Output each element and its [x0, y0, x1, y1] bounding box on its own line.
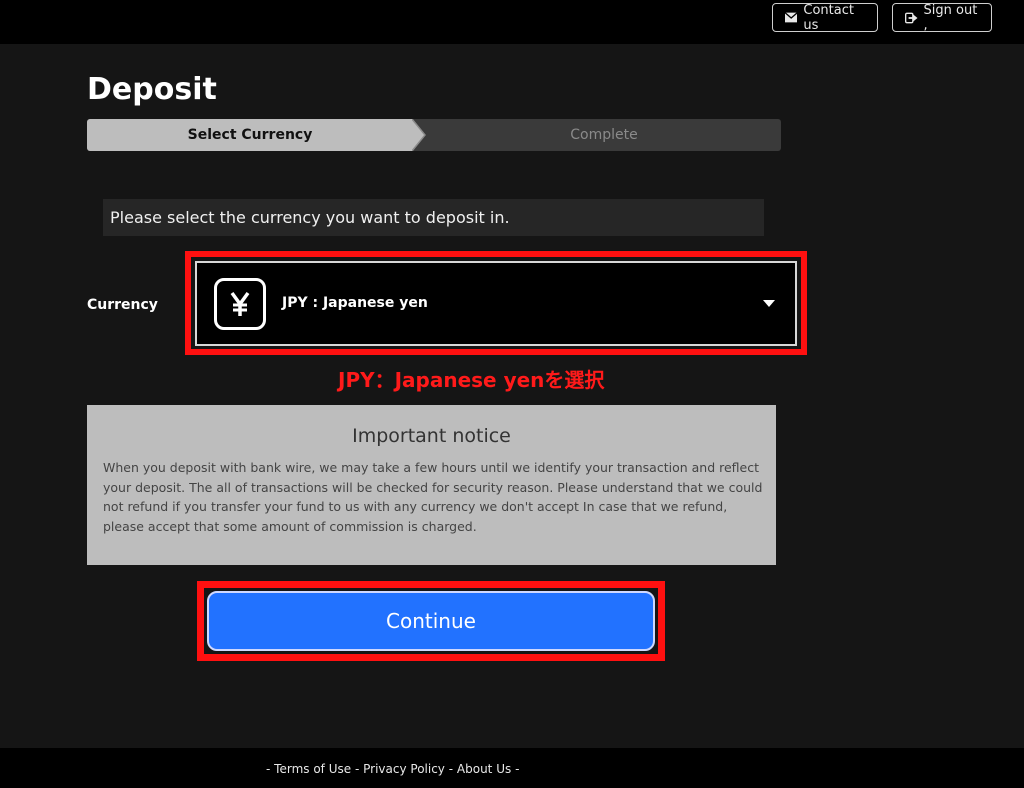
currency-label: Currency: [87, 297, 158, 313]
footer-dash: -: [354, 762, 360, 776]
footer-dash: -: [448, 762, 454, 776]
privacy-policy-link[interactable]: Privacy Policy: [363, 762, 445, 776]
step-progress: Select Currency Complete: [87, 119, 781, 151]
notice-body: When you deposit with bank wire, we may …: [103, 460, 763, 534]
annotation-text: JPY：Japanese yenを選択: [338, 368, 605, 392]
yen-icon: [214, 278, 266, 330]
envelope-icon: [785, 12, 798, 23]
continue-button[interactable]: Continue: [207, 591, 655, 651]
footer-dash: -: [266, 762, 271, 776]
step-select-currency: Select Currency: [187, 127, 313, 143]
app-root: Contact us Sign out , Deposit Select Cur…: [0, 0, 1024, 788]
step-complete: Complete: [570, 127, 638, 143]
currency-select[interactable]: JPY : Japanese yen: [195, 261, 797, 346]
contact-us-label: Contact us: [803, 2, 854, 33]
sign-out-button[interactable]: Sign out ,: [892, 2, 992, 33]
instruction-text: Please select the currency you want to d…: [103, 199, 764, 236]
contact-us-button[interactable]: Contact us: [772, 2, 878, 33]
about-us-link[interactable]: About Us: [457, 762, 511, 776]
caret-down-icon: [763, 300, 775, 307]
notice-title: Important notice: [352, 425, 511, 447]
footer-dash: -: [515, 762, 520, 776]
sign-out-label: Sign out ,: [923, 2, 978, 33]
sign-out-icon: [905, 12, 918, 23]
important-notice: Important notice When you deposit with b…: [87, 405, 776, 565]
footer: - Terms of Use - Privacy Policy - About …: [0, 748, 1024, 788]
top-bar: Contact us Sign out ,: [0, 0, 1024, 44]
footer-links: - Terms of Use - Privacy Policy - About …: [266, 762, 519, 776]
terms-of-use-link[interactable]: Terms of Use: [274, 762, 351, 776]
page-title: Deposit: [87, 72, 217, 107]
step-chevron-divider: [412, 119, 426, 151]
currency-selected-value: JPY : Japanese yen: [282, 295, 428, 311]
